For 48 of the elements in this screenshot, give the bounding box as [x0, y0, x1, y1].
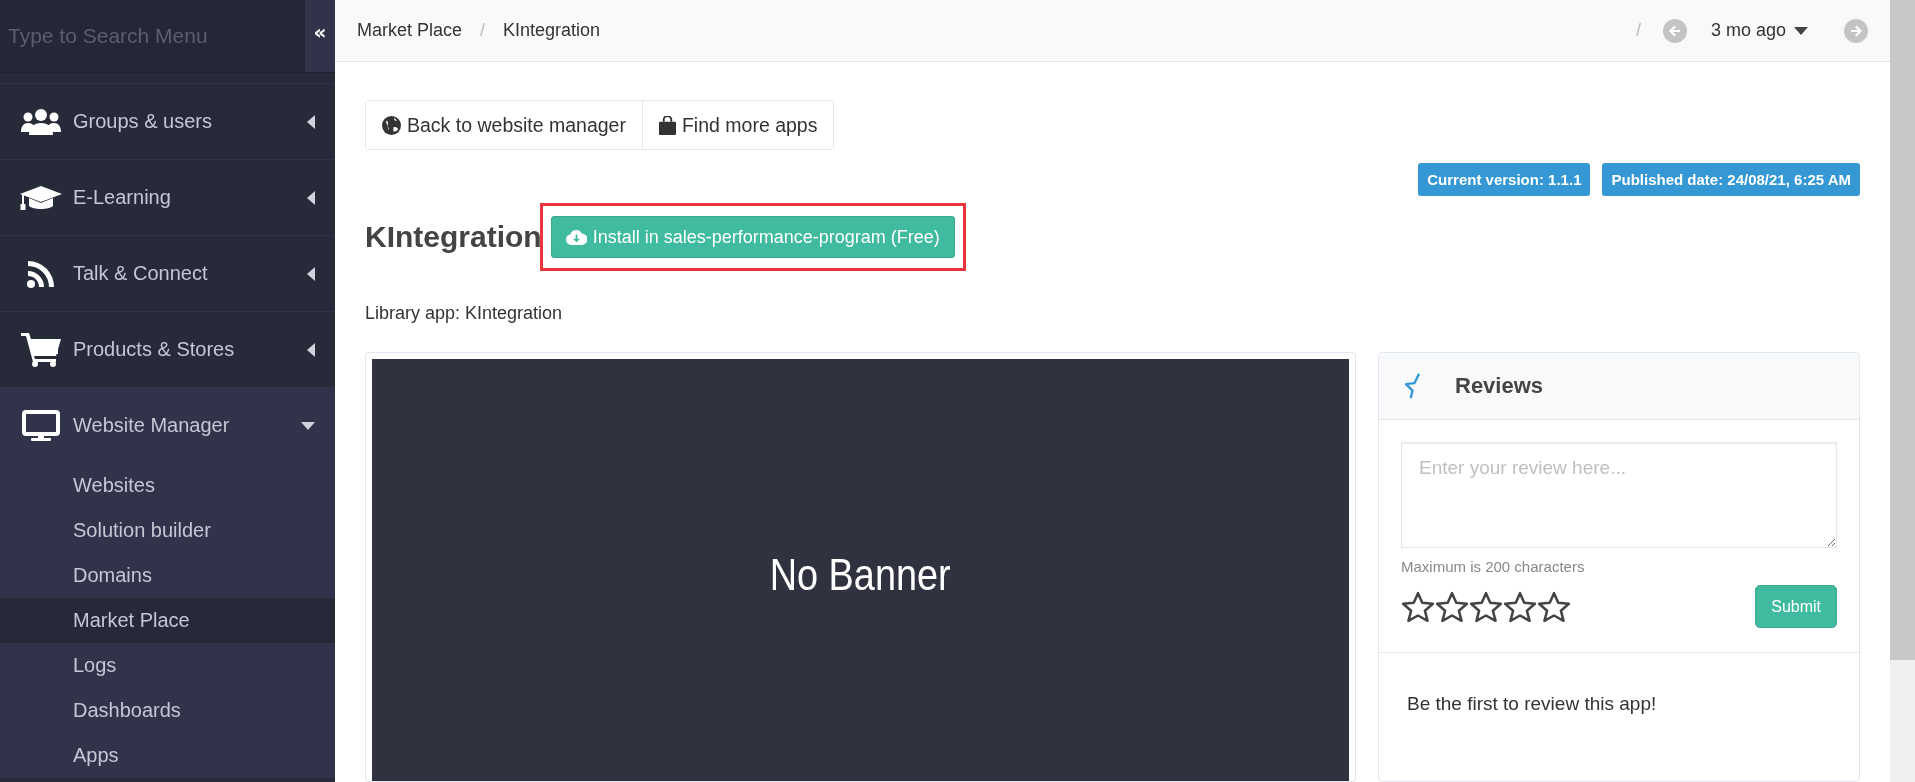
sidebar-item[interactable]: E-Learning — [0, 159, 335, 235]
breadcrumb-separator: / — [480, 20, 486, 41]
sidebar-item[interactable]: Groups & users — [0, 83, 335, 159]
rss-icon — [26, 258, 56, 289]
scrollbar-thumb[interactable] — [1890, 0, 1915, 660]
toolbar-button[interactable]: Find more apps — [641, 101, 834, 149]
submenu-item[interactable]: Websites — [0, 463, 335, 508]
caret-left-icon — [307, 190, 315, 205]
hint-text: Maximum is 200 characters — [1401, 558, 1586, 575]
app-title: KIntegration — [365, 220, 542, 254]
users-icon — [21, 107, 61, 136]
sidebar-item[interactable]: Talk & Connect — [0, 235, 335, 311]
caret-down-icon — [301, 421, 315, 430]
info-badge: Current version: 1.1.1 — [1418, 163, 1591, 196]
submenu-item[interactable]: Market Place — [0, 598, 335, 643]
cloud-download-icon — [565, 229, 587, 245]
info-badge: Published date: 24/08/21, 6:25 AM — [1602, 163, 1860, 196]
banner-text: No Banner — [770, 550, 951, 600]
submenu-item[interactable]: Solution builder — [0, 508, 335, 553]
star-icon[interactable] — [1469, 589, 1503, 624]
empty-message: Be the first to review this app! — [1406, 692, 1658, 716]
breadcrumb-link[interactable]: Market Place — [357, 20, 463, 41]
caret-icon — [1794, 26, 1808, 35]
globe-icon — [382, 115, 401, 135]
star-icon[interactable] — [1435, 589, 1469, 624]
monitor-icon — [22, 409, 60, 442]
caret-left-icon — [307, 342, 315, 357]
library-label: Library app: KIntegration — [365, 303, 564, 324]
submenu-item[interactable]: Apps — [0, 733, 335, 778]
graduation-cap-icon — [20, 183, 62, 212]
review-field[interactable]: Enter your review here... — [1401, 442, 1837, 548]
star-icon[interactable] — [1401, 589, 1435, 624]
star-icon[interactable] — [1503, 589, 1537, 624]
star-icon[interactable] — [1537, 589, 1571, 624]
submenu-item[interactable]: Domains — [0, 553, 335, 598]
caret-left-icon — [307, 266, 315, 281]
caret-left-icon — [307, 114, 315, 129]
star-rating[interactable] — [1401, 589, 1571, 624]
cart-icon — [21, 332, 61, 367]
breadcrumb-current: KIntegration — [503, 20, 601, 41]
shopping-bag-icon — [658, 115, 676, 135]
collapse-button[interactable]: « — [305, 0, 335, 72]
sidebar-item[interactable]: Website Manager — [0, 387, 335, 463]
panel-title: Reviews — [1455, 373, 1544, 399]
submenu-item[interactable]: Logs — [0, 643, 335, 688]
separator: / — [1635, 20, 1641, 41]
submenu-item[interactable]: Dashboards — [0, 688, 335, 733]
history-dropdown[interactable]: 3 mo ago — [1710, 20, 1808, 41]
